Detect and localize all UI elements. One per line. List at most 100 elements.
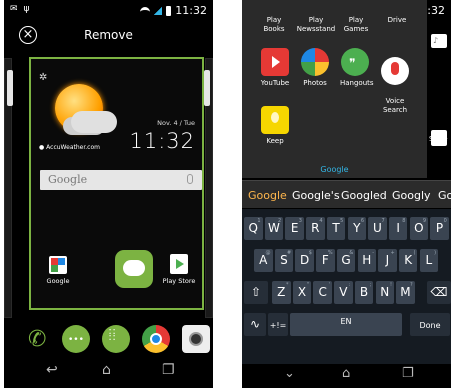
key-secondary-label: 0 (443, 218, 447, 224)
play-store-app[interactable]: Play Store (161, 254, 197, 285)
suggestion-4[interactable]: Googly (392, 189, 431, 202)
key-label: N (380, 285, 390, 299)
key-p[interactable]: P0 (430, 217, 449, 240)
app-folder-with-keyboard: ✉ ψ 11:32 Play Books Play Newsstand Play… (242, 0, 451, 388)
key-l[interactable]: L) (419, 249, 439, 272)
key-secondary-label: 9 (422, 218, 427, 224)
key-j[interactable]: J + (378, 249, 397, 272)
key-a[interactable]: A @ (254, 249, 273, 272)
notification-icon: ✉ (10, 4, 18, 14)
back-icon[interactable]: ⌄ (284, 366, 295, 381)
app-label: Voice Search (382, 97, 408, 114)
key-secondary-label: 8 (402, 218, 406, 224)
phone-icon[interactable]: ✆ (24, 325, 52, 353)
google-app[interactable]: Google (43, 256, 73, 285)
key-q[interactable]: Q1 (244, 217, 263, 240)
done-key[interactable]: Done (410, 313, 450, 336)
left-panel-handle[interactable] (7, 70, 13, 106)
key-n[interactable]: N! (375, 281, 394, 304)
play-books-label[interactable]: Play Books (256, 16, 292, 34)
usb-icon: ψ (23, 4, 30, 14)
key-secondary-label: 7 (381, 218, 385, 224)
key-secondary-label: + (390, 250, 395, 256)
app-drawer-icon[interactable]: ∷ ∷ (102, 325, 130, 353)
key-v[interactable]: V: (334, 281, 353, 304)
play-newsstand-label[interactable]: Play Newsstand (296, 16, 336, 34)
dragged-widget-icon[interactable] (115, 250, 153, 288)
key-m[interactable]: M? (396, 281, 415, 304)
recents-icon[interactable]: ❐ (162, 362, 175, 378)
key-i[interactable]: I8 (388, 217, 408, 240)
key-label: B (359, 285, 369, 299)
hangouts-app[interactable]: ❞ Hangouts (340, 48, 374, 87)
key-f[interactable]: F% (316, 249, 335, 272)
navigation-bar: ↩ ⌂ ❐ (4, 362, 213, 388)
voice-search-app[interactable]: Voice Search (380, 48, 410, 115)
key-g[interactable]: G & (336, 249, 356, 272)
drive-label[interactable]: Drive (384, 16, 410, 25)
key-label: E (290, 221, 299, 235)
key-d[interactable]: D $ (295, 249, 314, 272)
home-screen-edit-mode: ✉ ψ 11:32 × Remove ✲ ● AccuWeather.com N… (4, 0, 213, 388)
weather-provider: ● AccuWeather.com (39, 144, 100, 151)
key-b[interactable]: B; (354, 281, 374, 304)
suggestion-5[interactable]: Goo (438, 189, 451, 202)
key-secondary-label: 5 (340, 218, 344, 224)
key-r[interactable]: R4 (306, 217, 325, 240)
key-secondary-label: $ (308, 250, 312, 256)
edit-toolbar: × Remove (4, 22, 213, 52)
camera-icon[interactable] (182, 325, 210, 353)
right-panel-handle[interactable] (204, 70, 210, 106)
suggestion-strip: Google Google's Googled Googly Goo (242, 180, 451, 208)
store-label: Store (429, 135, 448, 143)
back-icon[interactable]: ↩ (46, 362, 58, 378)
key-h[interactable]: H- (357, 249, 376, 272)
symbols-key[interactable]: +!= (268, 313, 288, 336)
key-label: L (425, 253, 433, 267)
key-secondary-label: ) (434, 250, 437, 256)
key-c[interactable]: C ' (313, 281, 332, 304)
app-folder: Play Books Play Newsstand Play Games Dri… (242, 0, 427, 178)
key-x[interactable]: X " (292, 281, 312, 304)
home-icon[interactable]: ⌂ (342, 366, 350, 381)
keep-icon (261, 106, 289, 134)
key-t[interactable]: T5 (326, 217, 346, 240)
backspace-icon[interactable]: ⌫ (427, 281, 451, 304)
recents-icon[interactable]: ❐ (402, 366, 414, 381)
key-label: V (339, 285, 348, 299)
key-w[interactable]: W2 (264, 217, 284, 240)
home-icon[interactable]: ⌂ (102, 362, 111, 378)
folder-name[interactable]: Google (242, 165, 427, 174)
voice-input-icon[interactable]: ∿ (244, 313, 266, 336)
key-secondary-label: ; (369, 282, 372, 288)
key-o[interactable]: O9 (409, 217, 429, 240)
google-folder-icon (49, 256, 67, 274)
mic-icon[interactable] (187, 174, 193, 184)
done-key-label: Done (419, 321, 441, 330)
keep-app[interactable]: Keep (260, 106, 290, 145)
space-key[interactable]: EN (290, 313, 402, 336)
suggestion-2[interactable]: Google's (292, 189, 340, 202)
suggestion-3[interactable]: Googled (341, 189, 387, 202)
key-secondary-label: 3 (298, 218, 302, 224)
photos-app[interactable]: Photos (300, 48, 330, 87)
key-e[interactable]: E3 (285, 217, 304, 240)
key-z[interactable]: Z * (272, 281, 291, 304)
suggestion-1[interactable]: Google (248, 189, 287, 202)
widget-settings-icon[interactable]: ✲ (39, 72, 47, 83)
shift-icon[interactable]: ⇧ (244, 281, 268, 304)
chrome-icon[interactable] (142, 325, 170, 353)
home-screen-preview[interactable]: ✲ ● AccuWeather.com Nov. 4 / Tue 11:32 G… (29, 57, 204, 310)
messaging-icon[interactable]: ••• (62, 325, 90, 353)
photos-icon (301, 48, 329, 76)
key-y[interactable]: Y6 (347, 217, 366, 240)
google-search-bar[interactable]: Google (40, 170, 202, 190)
key-s[interactable]: S # (274, 249, 294, 272)
key-k[interactable]: K( (398, 249, 418, 272)
youtube-app[interactable]: YouTube (260, 48, 290, 87)
key-label: Y (353, 221, 361, 235)
key-u[interactable]: U7 (368, 217, 387, 240)
key-label: T (332, 221, 340, 235)
remove-drop-target[interactable]: Remove (4, 28, 213, 42)
play-games-label[interactable]: Play Games (336, 16, 376, 34)
